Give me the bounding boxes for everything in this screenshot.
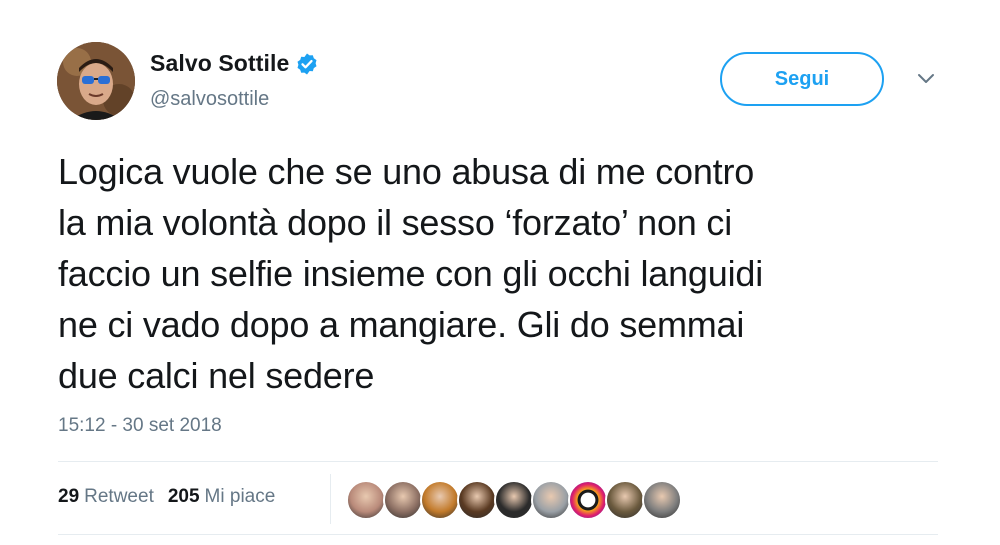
likes-stat[interactable]: 205 Mi piace — [168, 486, 275, 508]
verified-badge-icon — [295, 52, 319, 76]
name-row: Salvo Sottile — [150, 50, 319, 77]
tweet-text-line: due calci nel sedere — [58, 355, 375, 396]
liker-avatars — [346, 480, 682, 520]
display-name[interactable]: Salvo Sottile — [150, 50, 289, 77]
tweet-text-line: la mia volontà dopo il sesso ‘forzato’ n… — [58, 202, 733, 243]
retweets-stat[interactable]: 29 Retweet — [58, 486, 154, 508]
stats-separator — [330, 474, 331, 524]
retweets-count: 29 — [58, 486, 80, 507]
liker-avatar[interactable] — [457, 480, 497, 520]
liker-avatar[interactable] — [642, 480, 682, 520]
likes-count: 205 — [167, 486, 200, 507]
liker-avatar[interactable] — [383, 480, 423, 520]
tweet-stats: 29 Retweet 205 Mi piace — [58, 486, 275, 508]
liker-avatar[interactable] — [346, 480, 386, 520]
tweet-card: Salvo Sottile @salvosottile Segui Logica… — [0, 0, 1000, 545]
avatar[interactable] — [57, 42, 135, 120]
liker-avatar[interactable] — [605, 480, 645, 520]
retweets-label: Retweet — [84, 486, 154, 507]
divider — [58, 534, 938, 535]
tweet-text-line: ne ci vado dopo a mangiare. Gli do semma… — [58, 304, 745, 345]
user-handle[interactable]: @salvosottile — [150, 88, 269, 111]
likes-label: Mi piace — [204, 486, 276, 507]
liker-avatar[interactable] — [494, 480, 534, 520]
tweet-text-line: Logica vuole che se uno abusa di me cont… — [58, 151, 755, 192]
divider — [58, 461, 938, 462]
follow-button[interactable]: Segui — [720, 52, 884, 106]
tweet-text: Logica vuole che se uno abusa di me cont… — [58, 146, 958, 401]
chevron-down-icon[interactable] — [916, 72, 936, 86]
tweet-text-line: faccio un selfie insieme con gli occhi l… — [58, 253, 763, 294]
tweet-timestamp[interactable]: 15:12 - 30 set 2018 — [58, 415, 222, 437]
liker-avatar[interactable] — [568, 480, 608, 520]
liker-avatar[interactable] — [531, 480, 571, 520]
liker-avatar[interactable] — [420, 480, 460, 520]
